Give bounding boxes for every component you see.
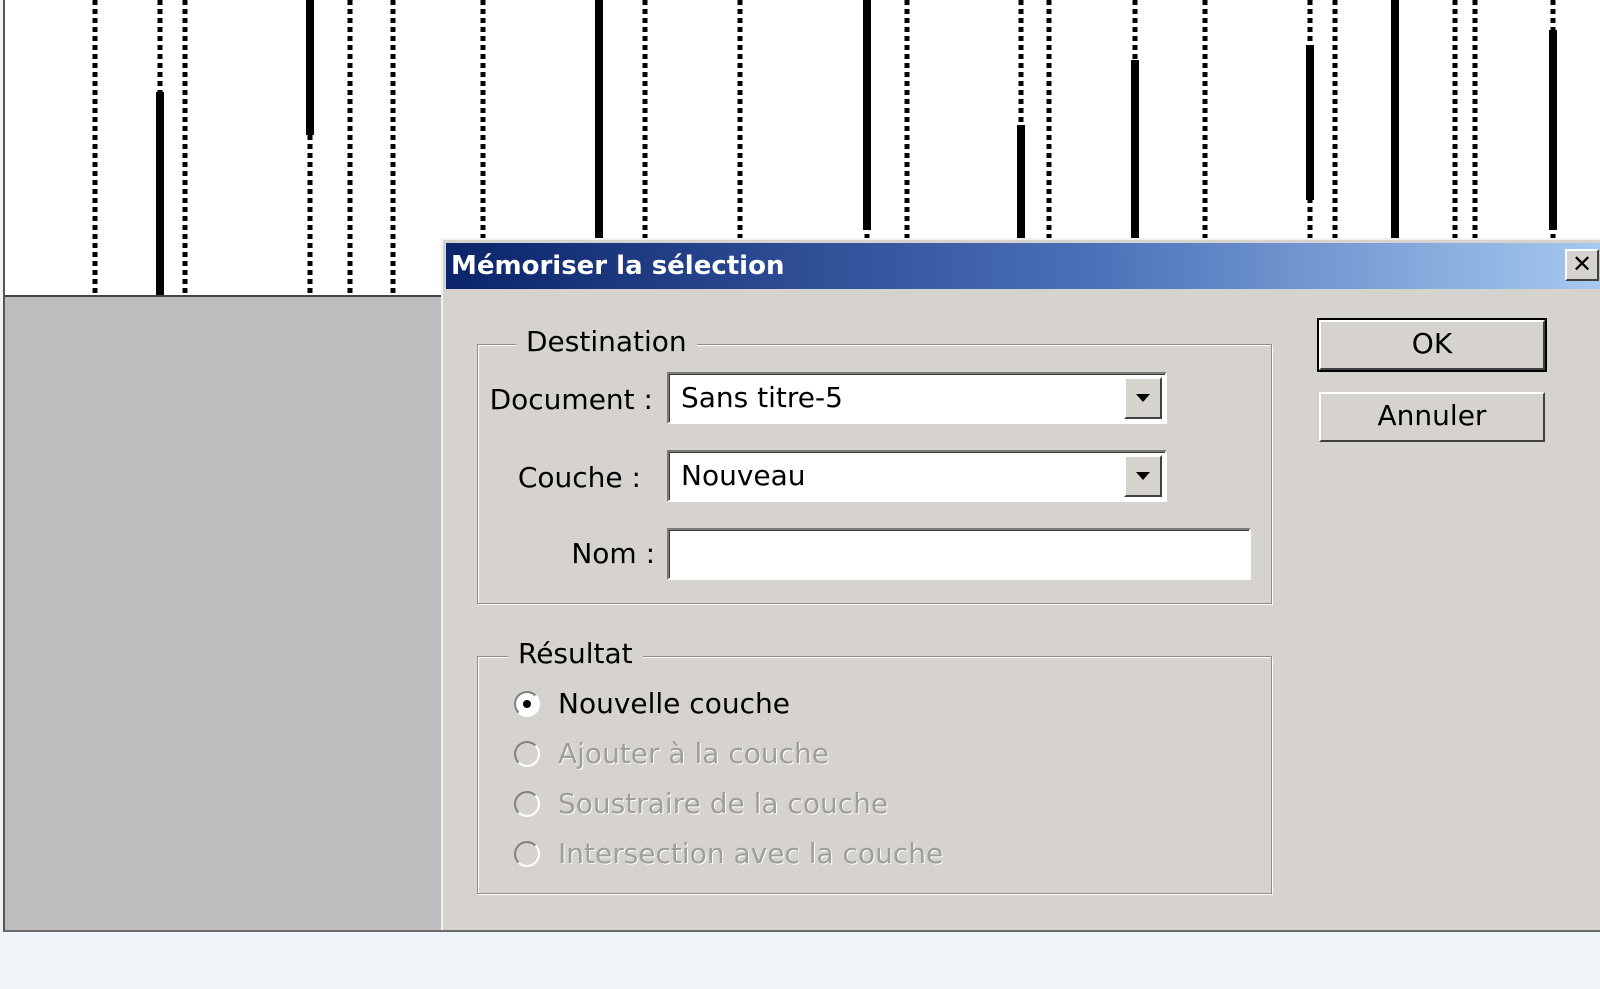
layer-dropdown[interactable]: Nouveau <box>667 450 1167 502</box>
radio-button[interactable] <box>514 791 540 817</box>
document-dropdown-button[interactable] <box>1124 377 1162 419</box>
layer-value: Nouveau <box>681 459 806 492</box>
document-label: Document : <box>489 383 653 416</box>
radio-button[interactable] <box>514 741 540 767</box>
save-selection-dialog: Mémoriser la sélection ✕ Destination Doc… <box>441 238 1600 930</box>
radio-label: Ajouter à la couche <box>558 737 829 770</box>
chevron-down-icon <box>1136 472 1150 480</box>
dialog-title: Mémoriser la sélection <box>451 251 785 281</box>
document-workspace: Mémoriser la sélection ✕ Destination Doc… <box>3 0 1600 932</box>
layer-dropdown-button[interactable] <box>1124 455 1162 497</box>
radio-button[interactable] <box>514 691 540 717</box>
layer-label: Couche : <box>517 461 641 494</box>
name-input[interactable] <box>675 534 1239 576</box>
ok-button[interactable]: OK <box>1317 318 1547 372</box>
document-value: Sans titre-5 <box>681 381 843 414</box>
dialog-titlebar[interactable]: Mémoriser la sélection ✕ <box>446 243 1600 289</box>
radio-button[interactable] <box>514 841 540 867</box>
result-legend: Résultat <box>508 637 643 671</box>
result-group: Résultat Nouvelle couche Ajouter à la co… <box>477 637 1272 894</box>
name-label: Nom : <box>571 537 655 570</box>
radio-label: Nouvelle couche <box>558 687 790 720</box>
destination-legend: Destination <box>516 325 697 359</box>
name-field[interactable] <box>667 528 1251 580</box>
radio-selected-dot <box>523 700 531 708</box>
cancel-button[interactable]: Annuler <box>1319 392 1545 442</box>
radio-label: Soustraire de la couche <box>558 787 889 820</box>
document-dropdown[interactable]: Sans titre-5 <box>667 372 1167 424</box>
chevron-down-icon <box>1136 394 1150 402</box>
close-icon: ✕ <box>1571 250 1593 278</box>
radio-label: Intersection avec la couche <box>558 837 944 870</box>
close-button[interactable]: ✕ <box>1565 249 1599 281</box>
